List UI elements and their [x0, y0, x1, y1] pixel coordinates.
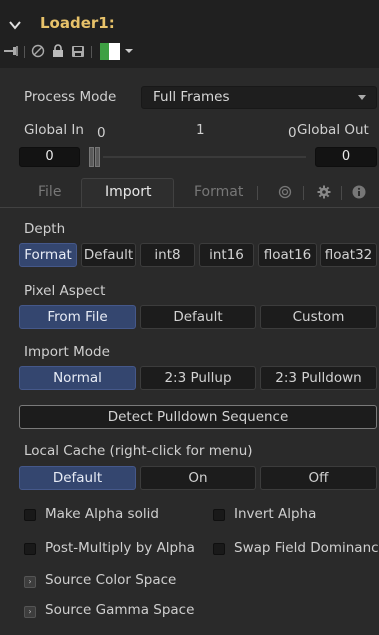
tab-format[interactable]: Format [194, 184, 243, 200]
tool-header: Loader1: [0, 0, 379, 68]
channels-icon[interactable] [277, 184, 293, 200]
depth-option-int8[interactable]: int8 [140, 243, 195, 267]
import-mode-option-normal[interactable]: Normal [19, 366, 136, 390]
local-cache-option-default[interactable]: Default [19, 466, 136, 490]
process-mode-value: Full Frames [153, 89, 230, 105]
invert-alpha-label: Invert Alpha [234, 506, 317, 522]
global-out-label: Global Out [297, 122, 369, 138]
global-in-range-value: 0 [97, 125, 106, 141]
toolbar-divider [91, 46, 92, 58]
color-swatch-icon[interactable] [98, 42, 122, 60]
tab-bar-divider [0, 207, 379, 208]
lock-icon[interactable] [49, 42, 67, 60]
pixel-aspect-label: Pixel Aspect [24, 283, 106, 299]
dropdown-caret-icon[interactable] [124, 42, 134, 60]
pixel-aspect-option-default[interactable]: Default [140, 305, 256, 329]
depth-option-format[interactable]: Format [19, 243, 77, 267]
global-range-handle-left[interactable] [89, 147, 94, 167]
local-cache-label: Local Cache (right-click for menu) [24, 443, 253, 459]
local-cache-option-on[interactable]: On [140, 466, 256, 490]
invert-alpha-checkbox[interactable] [213, 509, 225, 521]
global-out-field[interactable]: 0 [315, 147, 377, 167]
tab-divider [341, 186, 342, 200]
pin-icon[interactable] [2, 42, 20, 60]
disable-icon[interactable] [29, 42, 47, 60]
chevron-down-icon[interactable] [8, 18, 22, 32]
expand-source-gamma-space-icon[interactable]: › [24, 606, 36, 618]
source-color-space-label[interactable]: Source Color Space [45, 572, 176, 588]
global-in-field[interactable]: 0 [19, 147, 80, 167]
global-range-mid-value: 1 [196, 122, 205, 138]
post-multiply-label: Post-Multiply by Alpha [45, 540, 195, 556]
depth-option-int16[interactable]: int16 [199, 243, 254, 267]
global-out-range-value: 0 [288, 125, 297, 141]
global-range-slider-track[interactable] [103, 156, 306, 158]
info-icon[interactable] [351, 184, 367, 200]
tab-file[interactable]: File [38, 184, 61, 200]
tab-import[interactable]: Import [105, 184, 151, 200]
tool-title: Loader1: [40, 14, 115, 32]
post-multiply-checkbox[interactable] [24, 543, 36, 555]
depth-option-float32[interactable]: float32 [320, 243, 377, 267]
header-toolbar [0, 39, 379, 63]
expand-source-color-space-icon[interactable]: › [24, 576, 36, 588]
pixel-aspect-option-custom[interactable]: Custom [260, 305, 377, 329]
tab-divider [303, 186, 304, 200]
chevron-down-icon [358, 95, 366, 100]
import-mode-label: Import Mode [24, 344, 110, 360]
gear-icon[interactable] [316, 184, 332, 200]
save-icon[interactable] [69, 42, 87, 60]
local-cache-option-off[interactable]: Off [260, 466, 377, 490]
global-in-label: Global In [24, 122, 84, 138]
import-mode-option-pulldown[interactable]: 2:3 Pulldown [260, 366, 377, 390]
make-alpha-solid-checkbox[interactable] [24, 509, 36, 521]
swap-field-dominance-label: Swap Field Dominance [234, 540, 379, 556]
detect-pulldown-button[interactable]: Detect Pulldown Sequence [19, 405, 377, 429]
depth-option-default[interactable]: Default [81, 243, 136, 267]
process-mode-label: Process Mode [24, 89, 117, 105]
swap-field-dominance-checkbox[interactable] [213, 543, 225, 555]
make-alpha-solid-label: Make Alpha solid [45, 506, 159, 522]
depth-option-float16[interactable]: float16 [258, 243, 317, 267]
pixel-aspect-option-from-file[interactable]: From File [19, 305, 136, 329]
toolbar-divider [24, 46, 25, 58]
global-range-handle-right[interactable] [95, 147, 100, 167]
source-gamma-space-label[interactable]: Source Gamma Space [45, 602, 194, 618]
import-mode-option-pullup[interactable]: 2:3 Pullup [140, 366, 256, 390]
depth-label: Depth [24, 221, 66, 237]
tab-divider [257, 186, 258, 200]
process-mode-dropdown[interactable]: Full Frames [141, 86, 377, 109]
